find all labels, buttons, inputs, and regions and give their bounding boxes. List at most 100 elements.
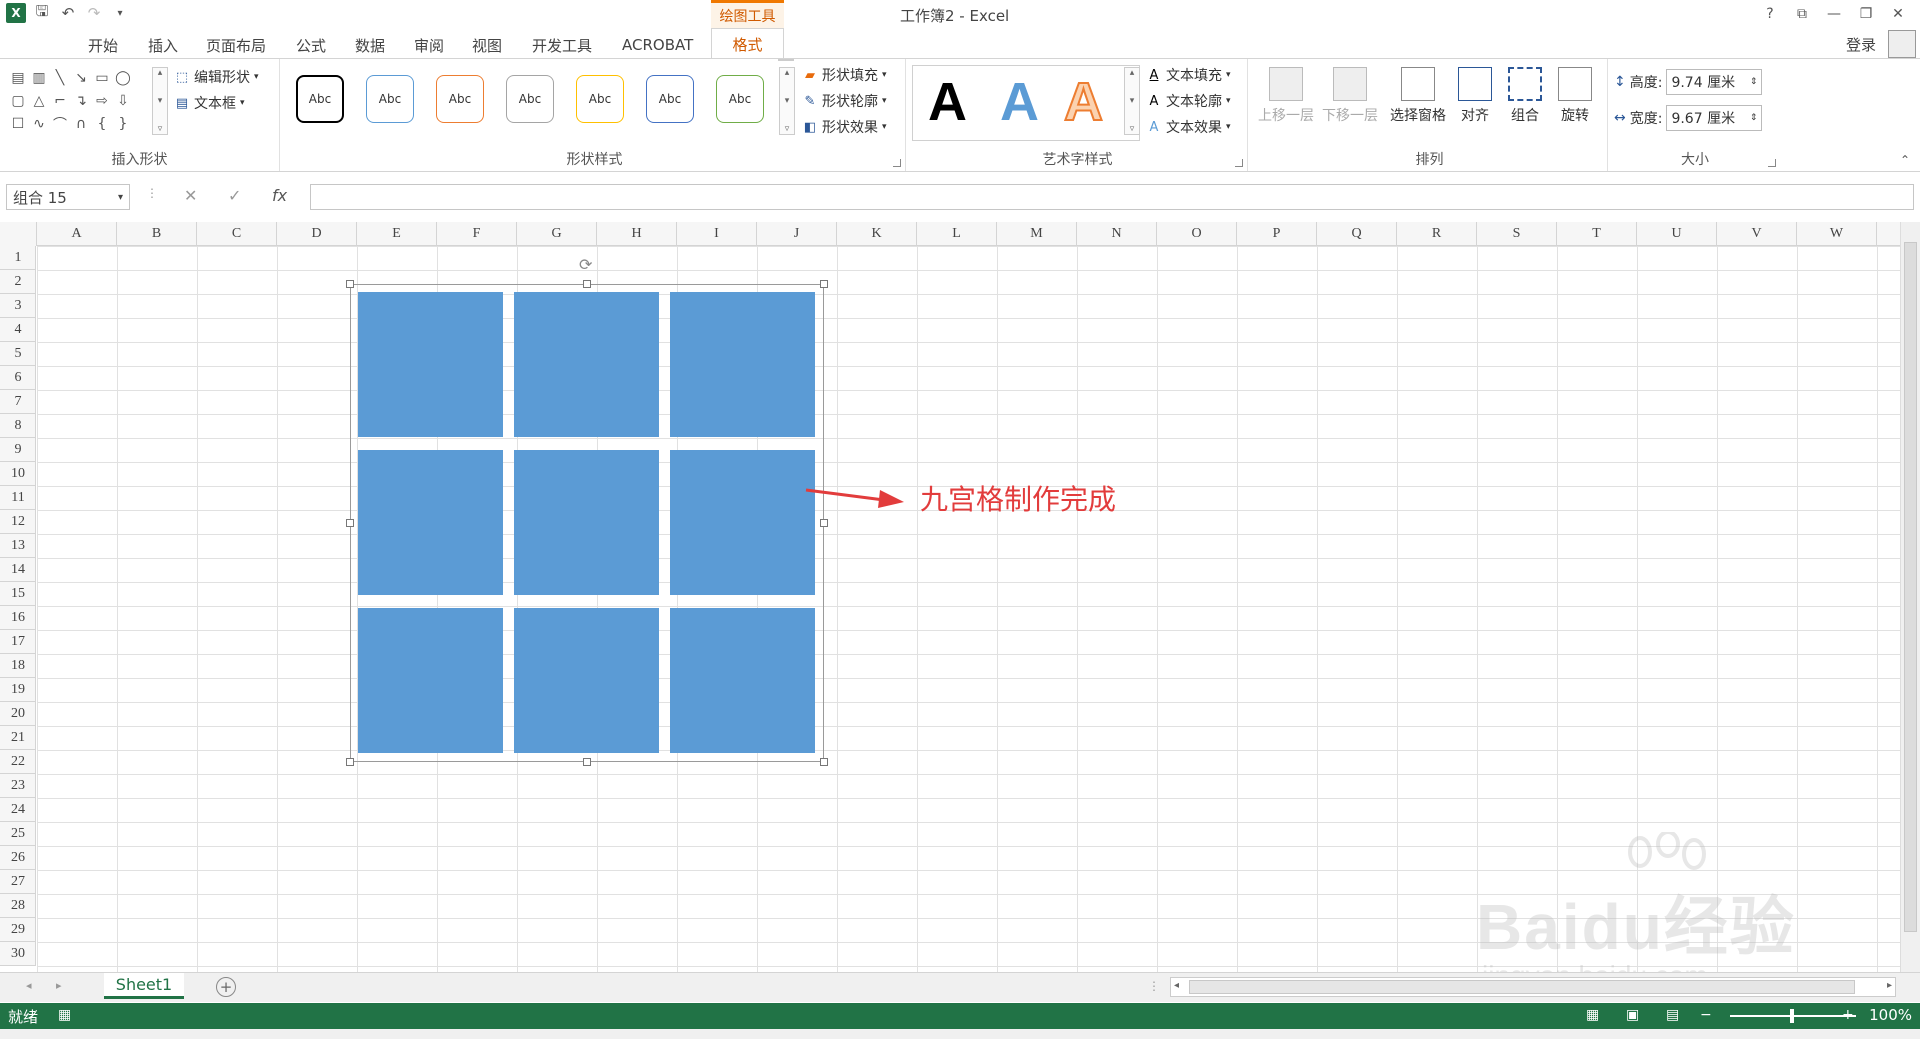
shape-outline-button[interactable]: ✎ 形状轮廓 ▾ [802,91,887,111]
wordart-gallery-scroll[interactable]: ▴ ▾ ▿ [1124,67,1140,135]
row-header[interactable]: 30 [0,942,36,966]
row-header[interactable]: 9 [0,438,36,462]
size-launcher[interactable] [1768,159,1776,167]
select-all-corner[interactable] [0,222,37,246]
align-button[interactable]: 对齐 [1452,67,1498,125]
scroll-left-icon[interactable]: ◂ [1174,980,1179,991]
row-header[interactable]: 5 [0,342,36,366]
shape-style-preset[interactable]: Abc [646,75,694,123]
row-header[interactable]: 15 [0,582,36,606]
add-sheet-icon[interactable]: + [216,977,236,997]
wordart-styles-launcher[interactable] [1235,159,1243,167]
grid-tile-shape[interactable] [358,608,503,753]
sheet-tab-sheet1[interactable]: Sheet1 [104,973,184,999]
column-header[interactable]: C [197,222,277,246]
avatar[interactable] [1888,30,1916,58]
rounded-rect-shape-icon[interactable]: ▢ [8,90,28,112]
page-layout-view-icon[interactable]: ▣ [1626,1007,1639,1023]
elbow-arrow-shape-icon[interactable]: ↴ [71,90,91,112]
grid-tile-shape[interactable] [514,450,659,595]
minimize-icon[interactable]: — [1818,3,1850,25]
next-sheet-icon[interactable]: ▸ [56,979,62,992]
wordart-orange-outline[interactable]: A [1063,71,1104,133]
shape-style-preset[interactable]: Abc [576,75,624,123]
zoom-slider[interactable] [1730,1009,1856,1023]
close-icon[interactable]: ✕ [1882,3,1914,25]
shape-style-preset[interactable]: Abc [296,75,344,123]
shape-styles-launcher[interactable] [893,159,901,167]
cancel-formula-icon[interactable]: ✕ [184,186,197,205]
horizontal-scrollbar[interactable]: ◂ ▸ [1170,977,1896,997]
curve-shape-icon[interactable]: ∩ [71,113,91,135]
column-header[interactable]: N [1077,222,1157,246]
resize-handle[interactable] [346,280,354,288]
column-header[interactable]: K [837,222,917,246]
column-header[interactable]: R [1397,222,1477,246]
undo-icon[interactable]: ↶ [58,3,78,23]
row-header[interactable]: 24 [0,798,36,822]
column-header[interactable]: I [677,222,757,246]
grid-tile-shape[interactable] [670,292,815,437]
wordart-black[interactable]: A [928,71,967,133]
row-header[interactable]: 22 [0,750,36,774]
column-header[interactable]: P [1237,222,1317,246]
resize-handle[interactable] [346,758,354,766]
row-header[interactable]: 8 [0,414,36,438]
tab-formulas[interactable]: 公式 [286,32,336,58]
tab-view[interactable]: 视图 [462,32,512,58]
column-header[interactable]: F [437,222,517,246]
tab-data[interactable]: 数据 [345,32,395,58]
row-header[interactable]: 11 [0,486,36,510]
tab-home[interactable]: 开始 [78,32,128,58]
column-header[interactable]: V [1717,222,1797,246]
row-header[interactable]: 25 [0,822,36,846]
column-header[interactable]: H [597,222,677,246]
width-input[interactable]: 9.67 厘米 ⇕ [1666,105,1763,131]
shape-style-preset[interactable]: Abc [436,75,484,123]
row-header[interactable]: 14 [0,558,36,582]
scribble-shape-icon[interactable]: ∿ [29,113,49,135]
column-header[interactable]: J [757,222,837,246]
column-header[interactable]: U [1637,222,1717,246]
row-header[interactable]: 18 [0,654,36,678]
vertical-scroll-thumb[interactable] [1904,242,1917,932]
selection-pane-button[interactable]: 选择窗格 [1386,67,1450,125]
grid-tile-shape[interactable] [358,292,503,437]
prev-sheet-icon[interactable]: ◂ [26,979,32,992]
bring-forward-button[interactable]: 上移一层 [1258,67,1314,125]
grid-tile-shape[interactable] [514,292,659,437]
tab-format[interactable]: 格式 [711,28,784,59]
resize-handle[interactable] [583,280,591,288]
shape-gallery-scroll[interactable]: ▴ ▾ ▿ [152,67,168,135]
row-header[interactable]: 12 [0,510,36,534]
column-header[interactable]: A [37,222,117,246]
column-header[interactable]: D [277,222,357,246]
row-header[interactable]: 6 [0,366,36,390]
text-outline-button[interactable]: A 文本轮廓 ▾ [1146,91,1231,111]
row-header[interactable]: 23 [0,774,36,798]
row-header[interactable]: 10 [0,462,36,486]
ribbon-display-options-icon[interactable]: ⧉ [1786,3,1818,25]
tab-review[interactable]: 审阅 [404,32,454,58]
name-box[interactable]: 组合 15 ▾ [6,184,130,210]
row-header[interactable]: 13 [0,534,36,558]
right-arrow-shape-icon[interactable]: ⇨ [92,90,112,112]
line-shape-icon[interactable]: ╲ [50,67,70,89]
scroll-right-icon[interactable]: ▸ [1887,980,1892,991]
resize-handle[interactable] [820,519,828,527]
horizontal-scroll-thumb[interactable] [1189,980,1855,994]
height-input[interactable]: 9.74 厘米 ⇕ [1666,69,1763,95]
row-header[interactable]: 28 [0,894,36,918]
row-header[interactable]: 3 [0,294,36,318]
rotate-handle-icon[interactable]: ⟳ [579,255,592,274]
tab-page-layout[interactable]: 页面布局 [196,32,276,58]
row-header[interactable]: 4 [0,318,36,342]
column-header[interactable]: B [117,222,197,246]
grid-tile-shape[interactable] [358,450,503,595]
arrow-line-shape-icon[interactable]: ↘ [71,67,91,89]
zoom-slider-knob[interactable] [1790,1009,1794,1023]
text-fill-button[interactable]: A 文本填充 ▾ [1146,65,1231,85]
resize-handle[interactable] [583,758,591,766]
freeform-shape-icon[interactable]: ☐ [8,113,28,135]
shape-style-preset[interactable]: Abc [366,75,414,123]
